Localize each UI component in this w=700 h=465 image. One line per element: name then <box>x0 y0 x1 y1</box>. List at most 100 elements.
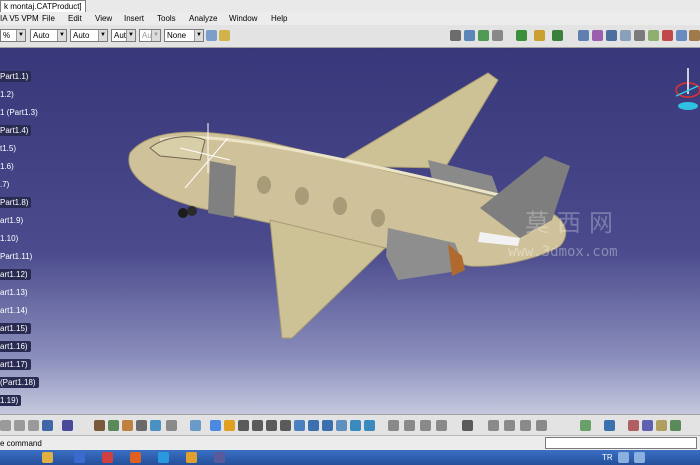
3d-viewport[interactable]: Part1.1) 1.2) 1 (Part1.3) Part1.4) t1.5)… <box>0 48 700 414</box>
linetype-combo[interactable]: Aut ▼ <box>111 29 136 42</box>
snap-icon[interactable] <box>150 420 161 431</box>
thickness-combo[interactable]: Aut ▼ <box>139 29 161 42</box>
camera-icon[interactable] <box>462 420 473 431</box>
menu-file[interactable]: File <box>42 13 55 24</box>
media-icon[interactable] <box>130 452 141 463</box>
chevron-down-icon: ▼ <box>151 30 160 41</box>
multi-view-icon[interactable] <box>308 420 319 431</box>
command-input[interactable] <box>545 437 697 449</box>
word-icon[interactable] <box>74 452 85 463</box>
manipulate-icon[interactable] <box>122 420 133 431</box>
zoom-out-icon[interactable] <box>280 420 291 431</box>
zoom-in-icon[interactable] <box>266 420 277 431</box>
link-icon[interactable] <box>108 420 119 431</box>
menu-window[interactable]: Window <box>229 13 257 24</box>
update-icon[interactable] <box>534 30 545 41</box>
layers-icon[interactable] <box>604 420 615 431</box>
fit-all-icon[interactable] <box>464 30 475 41</box>
cut-icon[interactable] <box>0 420 11 431</box>
copy-icon[interactable] <box>14 420 25 431</box>
menu-analyze[interactable]: Analyze <box>189 13 217 24</box>
view-iso-icon[interactable] <box>578 30 589 41</box>
rotate-icon[interactable] <box>492 30 503 41</box>
reorder-icon[interactable] <box>536 420 547 431</box>
fly-mode-icon[interactable] <box>450 30 461 41</box>
taskbar: TR <box>0 450 700 465</box>
watermark-url: www.3dmox.com <box>508 244 618 260</box>
window <box>257 176 271 194</box>
compass-icon[interactable] <box>670 64 700 114</box>
normal-view-icon[interactable] <box>294 420 305 431</box>
help-icon[interactable] <box>62 420 73 431</box>
watermark-text: 莫西网 <box>525 209 621 237</box>
volume-icon[interactable] <box>634 452 645 463</box>
skype-icon[interactable] <box>158 452 169 463</box>
layer-combo[interactable]: None ▼ <box>164 29 204 42</box>
pdf-icon[interactable] <box>102 452 113 463</box>
chevron-down-icon: ▼ <box>126 30 135 41</box>
bottom-toolbar <box>0 414 700 436</box>
rotate-view-icon[interactable] <box>252 420 263 431</box>
measure-item-icon[interactable] <box>656 420 667 431</box>
network-icon[interactable] <box>618 452 629 463</box>
sketch-icon[interactable] <box>190 420 201 431</box>
paste-icon[interactable] <box>28 420 39 431</box>
menu-bar: IA V5 VPM File Edit View Insert Tools An… <box>0 12 700 25</box>
status-bar: e command <box>0 435 700 451</box>
table-icon[interactable] <box>136 420 147 431</box>
catia-icon[interactable] <box>214 452 225 463</box>
folder-icon[interactable] <box>42 452 53 463</box>
graph-icon[interactable] <box>628 420 639 431</box>
shading-icon[interactable] <box>606 30 617 41</box>
window <box>371 209 385 227</box>
graphic-properties-toolbar: % ▼ Auto ▼ Auto ▼ Aut ▼ Aut ▼ None ▼ <box>0 25 700 48</box>
paint-brush-icon[interactable] <box>206 30 217 41</box>
chrome-icon[interactable] <box>186 452 197 463</box>
nose-wheel <box>178 208 188 218</box>
formula-icon[interactable] <box>94 420 105 431</box>
measure-icon[interactable] <box>648 30 659 41</box>
catalog-icon[interactable] <box>166 420 177 431</box>
zoom-combo[interactable]: % ▼ <box>0 29 26 42</box>
iso-view-icon[interactable] <box>322 420 333 431</box>
move-icon[interactable] <box>504 420 515 431</box>
swap-space-icon[interactable] <box>634 30 645 41</box>
clash-icon[interactable] <box>662 30 673 41</box>
product-icon[interactable] <box>552 30 563 41</box>
pan-icon[interactable] <box>478 30 489 41</box>
hide-show-icon[interactable] <box>620 30 631 41</box>
fly-icon[interactable] <box>210 420 221 431</box>
undo-icon[interactable] <box>42 420 53 431</box>
constraint-icon[interactable] <box>388 420 399 431</box>
format-painter-icon[interactable] <box>219 30 230 41</box>
measure-between-icon[interactable] <box>642 420 653 431</box>
menu-insert[interactable]: Insert <box>124 13 144 24</box>
menu-view[interactable]: View <box>95 13 112 24</box>
angle-icon[interactable] <box>420 420 431 431</box>
swap-visible-icon[interactable] <box>364 420 375 431</box>
explode-icon[interactable] <box>488 420 499 431</box>
fix-icon[interactable] <box>436 420 447 431</box>
hide-icon[interactable] <box>350 420 361 431</box>
window <box>295 187 309 205</box>
shading-edges-icon[interactable] <box>336 420 347 431</box>
refresh-icon[interactable] <box>580 420 591 431</box>
snap-move-icon[interactable] <box>520 420 531 431</box>
transparency-combo[interactable]: Auto ▼ <box>70 29 108 42</box>
color-combo[interactable]: Auto ▼ <box>30 29 67 42</box>
fit-icon[interactable] <box>224 420 235 431</box>
render-style-icon[interactable] <box>592 30 603 41</box>
inertia-icon[interactable] <box>670 420 681 431</box>
nose-wheel <box>187 206 197 216</box>
assembly-constraint-icon[interactable] <box>516 30 527 41</box>
menu-edit[interactable]: Edit <box>68 13 82 24</box>
menu-help[interactable]: Help <box>271 13 287 24</box>
chevron-down-icon: ▼ <box>98 30 107 41</box>
language-indicator[interactable]: TR <box>602 452 613 463</box>
annotation-icon[interactable] <box>689 30 700 41</box>
chevron-down-icon: ▼ <box>57 30 66 41</box>
menu-tools[interactable]: Tools <box>157 13 176 24</box>
pan-icon[interactable] <box>238 420 249 431</box>
offset-icon[interactable] <box>404 420 415 431</box>
section-icon[interactable] <box>676 30 687 41</box>
